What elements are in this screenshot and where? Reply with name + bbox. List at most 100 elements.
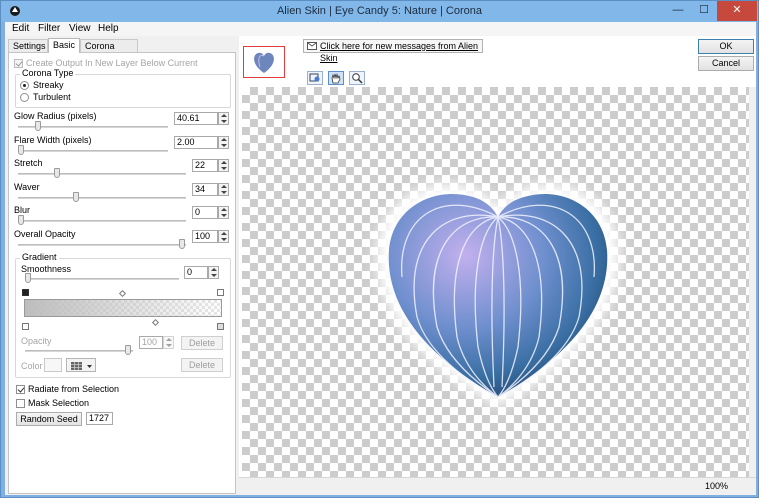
- waver-input[interactable]: 34: [192, 183, 218, 196]
- basic-tab-content: Create Output In New Layer Below Current…: [8, 52, 236, 494]
- gradient-label: Gradient: [20, 252, 59, 262]
- opacity-start-stop[interactable]: [22, 323, 29, 330]
- glow-radius-spinner[interactable]: [218, 112, 229, 125]
- glow-radius-input[interactable]: 40.61: [174, 112, 218, 125]
- gradient-opacity-label: Opacity: [21, 336, 52, 346]
- flare-width-spinner[interactable]: [218, 136, 229, 149]
- stretch-spinner[interactable]: [218, 159, 229, 172]
- zoom-tool-button[interactable]: [349, 71, 365, 85]
- corona-type-label: Corona Type: [20, 68, 76, 78]
- waver-slider[interactable]: [73, 192, 79, 202]
- hand-icon: [331, 73, 341, 84]
- menu-view[interactable]: View: [69, 23, 91, 34]
- gradient-opacity-input[interactable]: 100: [139, 336, 163, 349]
- preview-canvas[interactable]: [242, 87, 749, 477]
- smoothness-track: [25, 278, 179, 280]
- tab-settings[interactable]: Settings: [8, 39, 48, 52]
- stretch-label: Stretch: [14, 158, 43, 168]
- waver-spinner[interactable]: [218, 183, 229, 196]
- overall-opacity-label: Overall Opacity: [14, 229, 76, 239]
- radiate-from-selection-checkbox[interactable]: [16, 385, 25, 394]
- flare-width-input[interactable]: 2.00: [174, 136, 218, 149]
- random-seed-input[interactable]: 1727: [86, 412, 113, 425]
- zoom-level: 100%: [705, 481, 729, 491]
- random-seed-button[interactable]: Random Seed: [16, 412, 82, 426]
- radiate-from-selection-label: Radiate from Selection: [28, 384, 120, 394]
- flare-width-label: Flare Width (pixels): [14, 135, 92, 145]
- hand-tool-button[interactable]: [328, 71, 344, 85]
- menu-edit[interactable]: Edit: [12, 23, 29, 34]
- stretch-track: [18, 173, 186, 175]
- blur-slider[interactable]: [18, 215, 24, 225]
- gradient-end-stop[interactable]: [217, 289, 224, 296]
- crop-preview-icon: [309, 73, 320, 82]
- menu-filter[interactable]: Filter: [38, 23, 60, 34]
- gradient-color-label: Color: [21, 361, 43, 371]
- smoothness-spinner[interactable]: [208, 266, 219, 279]
- blur-track: [18, 220, 186, 222]
- heart-thumbnail-icon: [254, 52, 274, 73]
- create-output-checkbox[interactable]: [14, 59, 23, 68]
- gradient-start-stop[interactable]: [22, 289, 29, 296]
- maximize-button[interactable]: ☐: [691, 1, 717, 21]
- blur-spinner[interactable]: [218, 206, 229, 219]
- menu-help[interactable]: Help: [98, 23, 119, 34]
- turbulent-label: Turbulent: [33, 92, 71, 102]
- glow-radius-slider[interactable]: [35, 121, 41, 131]
- mask-selection-label: Mask Selection: [28, 398, 90, 408]
- overall-opacity-input[interactable]: 100: [192, 230, 218, 243]
- grid-palette-icon: [71, 362, 92, 370]
- preview-scrollbar[interactable]: [749, 87, 756, 477]
- stretch-input[interactable]: 22: [192, 159, 218, 172]
- waver-track: [18, 197, 186, 199]
- flare-width-slider[interactable]: [18, 145, 24, 155]
- minimize-button[interactable]: —: [665, 1, 691, 21]
- status-bar: 100%: [239, 477, 756, 495]
- color-swatch[interactable]: [44, 358, 62, 372]
- blur-label: Blur: [14, 205, 31, 215]
- smoothness-slider[interactable]: [25, 273, 31, 283]
- gradient-opacity-track: [25, 350, 133, 352]
- zoom-icon: [352, 73, 363, 84]
- gradient-opacity-spinner[interactable]: [163, 336, 174, 349]
- streaky-label: Streaky: [33, 80, 64, 90]
- tab-strip: Settings Basic Corona Offset: [8, 38, 236, 63]
- title-bar: Alien Skin | Eye Candy 5: Nature | Coron…: [1, 1, 758, 22]
- cancel-button[interactable]: Cancel: [698, 56, 754, 71]
- stretch-slider[interactable]: [54, 168, 60, 178]
- waver-label: Waver: [14, 182, 40, 192]
- create-output-label: Create Output In New Layer Below Current: [26, 58, 198, 68]
- glow-radius-label: Glow Radius (pixels): [14, 111, 97, 121]
- tab-corona-offset[interactable]: Corona Offset: [80, 39, 138, 63]
- settings-panel: Settings Basic Corona Offset Create Outp…: [5, 36, 239, 495]
- opacity-end-stop[interactable]: [217, 323, 224, 330]
- preview-area: Click here for new messages from Alien S…: [239, 36, 756, 495]
- client-area: Edit Filter View Help Settings Basic Cor…: [5, 22, 756, 495]
- window-title: Alien Skin | Eye Candy 5: Nature | Coron…: [276, 5, 483, 17]
- delete-opacity-button[interactable]: Delete: [181, 336, 223, 350]
- close-button[interactable]: ✕: [717, 1, 757, 21]
- gradient-bar[interactable]: [24, 299, 222, 317]
- ok-button[interactable]: OK: [698, 39, 754, 54]
- alien-skin-messages-text: Click here for new messages from Alien S…: [320, 41, 479, 63]
- heart-corona-image: [376, 183, 620, 407]
- crop-preview-tool-button[interactable]: [307, 71, 323, 85]
- overall-opacity-slider[interactable]: [179, 239, 185, 249]
- tab-basic[interactable]: Basic: [48, 38, 80, 53]
- message-icon: [307, 42, 317, 50]
- streaky-radio[interactable]: [20, 81, 29, 90]
- turbulent-radio[interactable]: [20, 93, 29, 102]
- color-palette-button[interactable]: [66, 358, 96, 372]
- overall-opacity-track: [18, 244, 186, 246]
- blur-input[interactable]: 0: [192, 206, 218, 219]
- delete-color-button[interactable]: Delete: [181, 358, 223, 372]
- mask-selection-checkbox[interactable]: [16, 399, 25, 408]
- navigator-thumbnail[interactable]: [243, 46, 285, 78]
- flare-width-track: [18, 150, 168, 152]
- menu-bar: Edit Filter View Help: [5, 22, 756, 36]
- alien-skin-messages-link[interactable]: Click here for new messages from Alien S…: [303, 39, 483, 63]
- overall-opacity-spinner[interactable]: [218, 230, 229, 243]
- main-window: Alien Skin | Eye Candy 5: Nature | Coron…: [0, 0, 759, 498]
- gradient-opacity-slider[interactable]: [125, 345, 131, 355]
- smoothness-input[interactable]: 0: [184, 266, 208, 279]
